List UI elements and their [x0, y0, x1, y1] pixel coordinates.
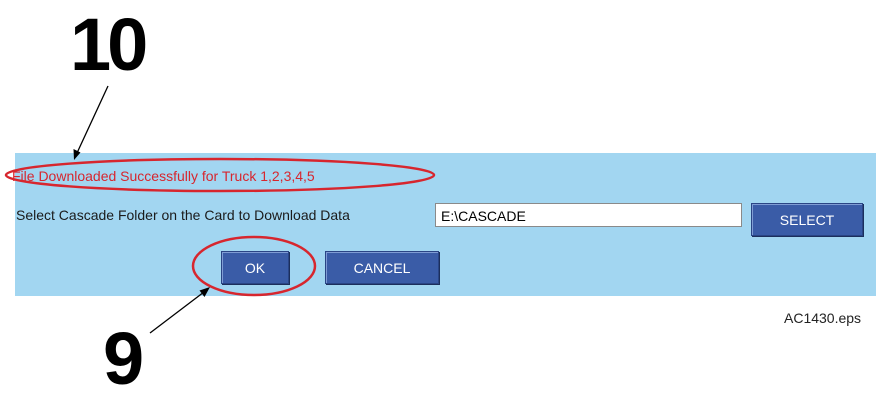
callout-number-10: 10	[70, 3, 148, 86]
folder-label: Select Cascade Folder on the Card to Dow…	[16, 207, 350, 223]
figure-caption: AC1430.eps	[784, 310, 862, 326]
ok-button[interactable]: OK	[221, 251, 289, 284]
cancel-button[interactable]: CANCEL	[325, 251, 439, 284]
page: 10 File Downloaded Successfully for Truc…	[0, 0, 876, 395]
select-button[interactable]: SELECT	[751, 203, 863, 236]
callout-9-leader-line	[149, 291, 205, 334]
folder-path-input[interactable]	[435, 203, 742, 227]
callout-10-leader-line	[76, 85, 109, 154]
callout-number-9: 9	[103, 317, 145, 395]
status-message: File Downloaded Successfully for Truck 1…	[12, 168, 315, 184]
